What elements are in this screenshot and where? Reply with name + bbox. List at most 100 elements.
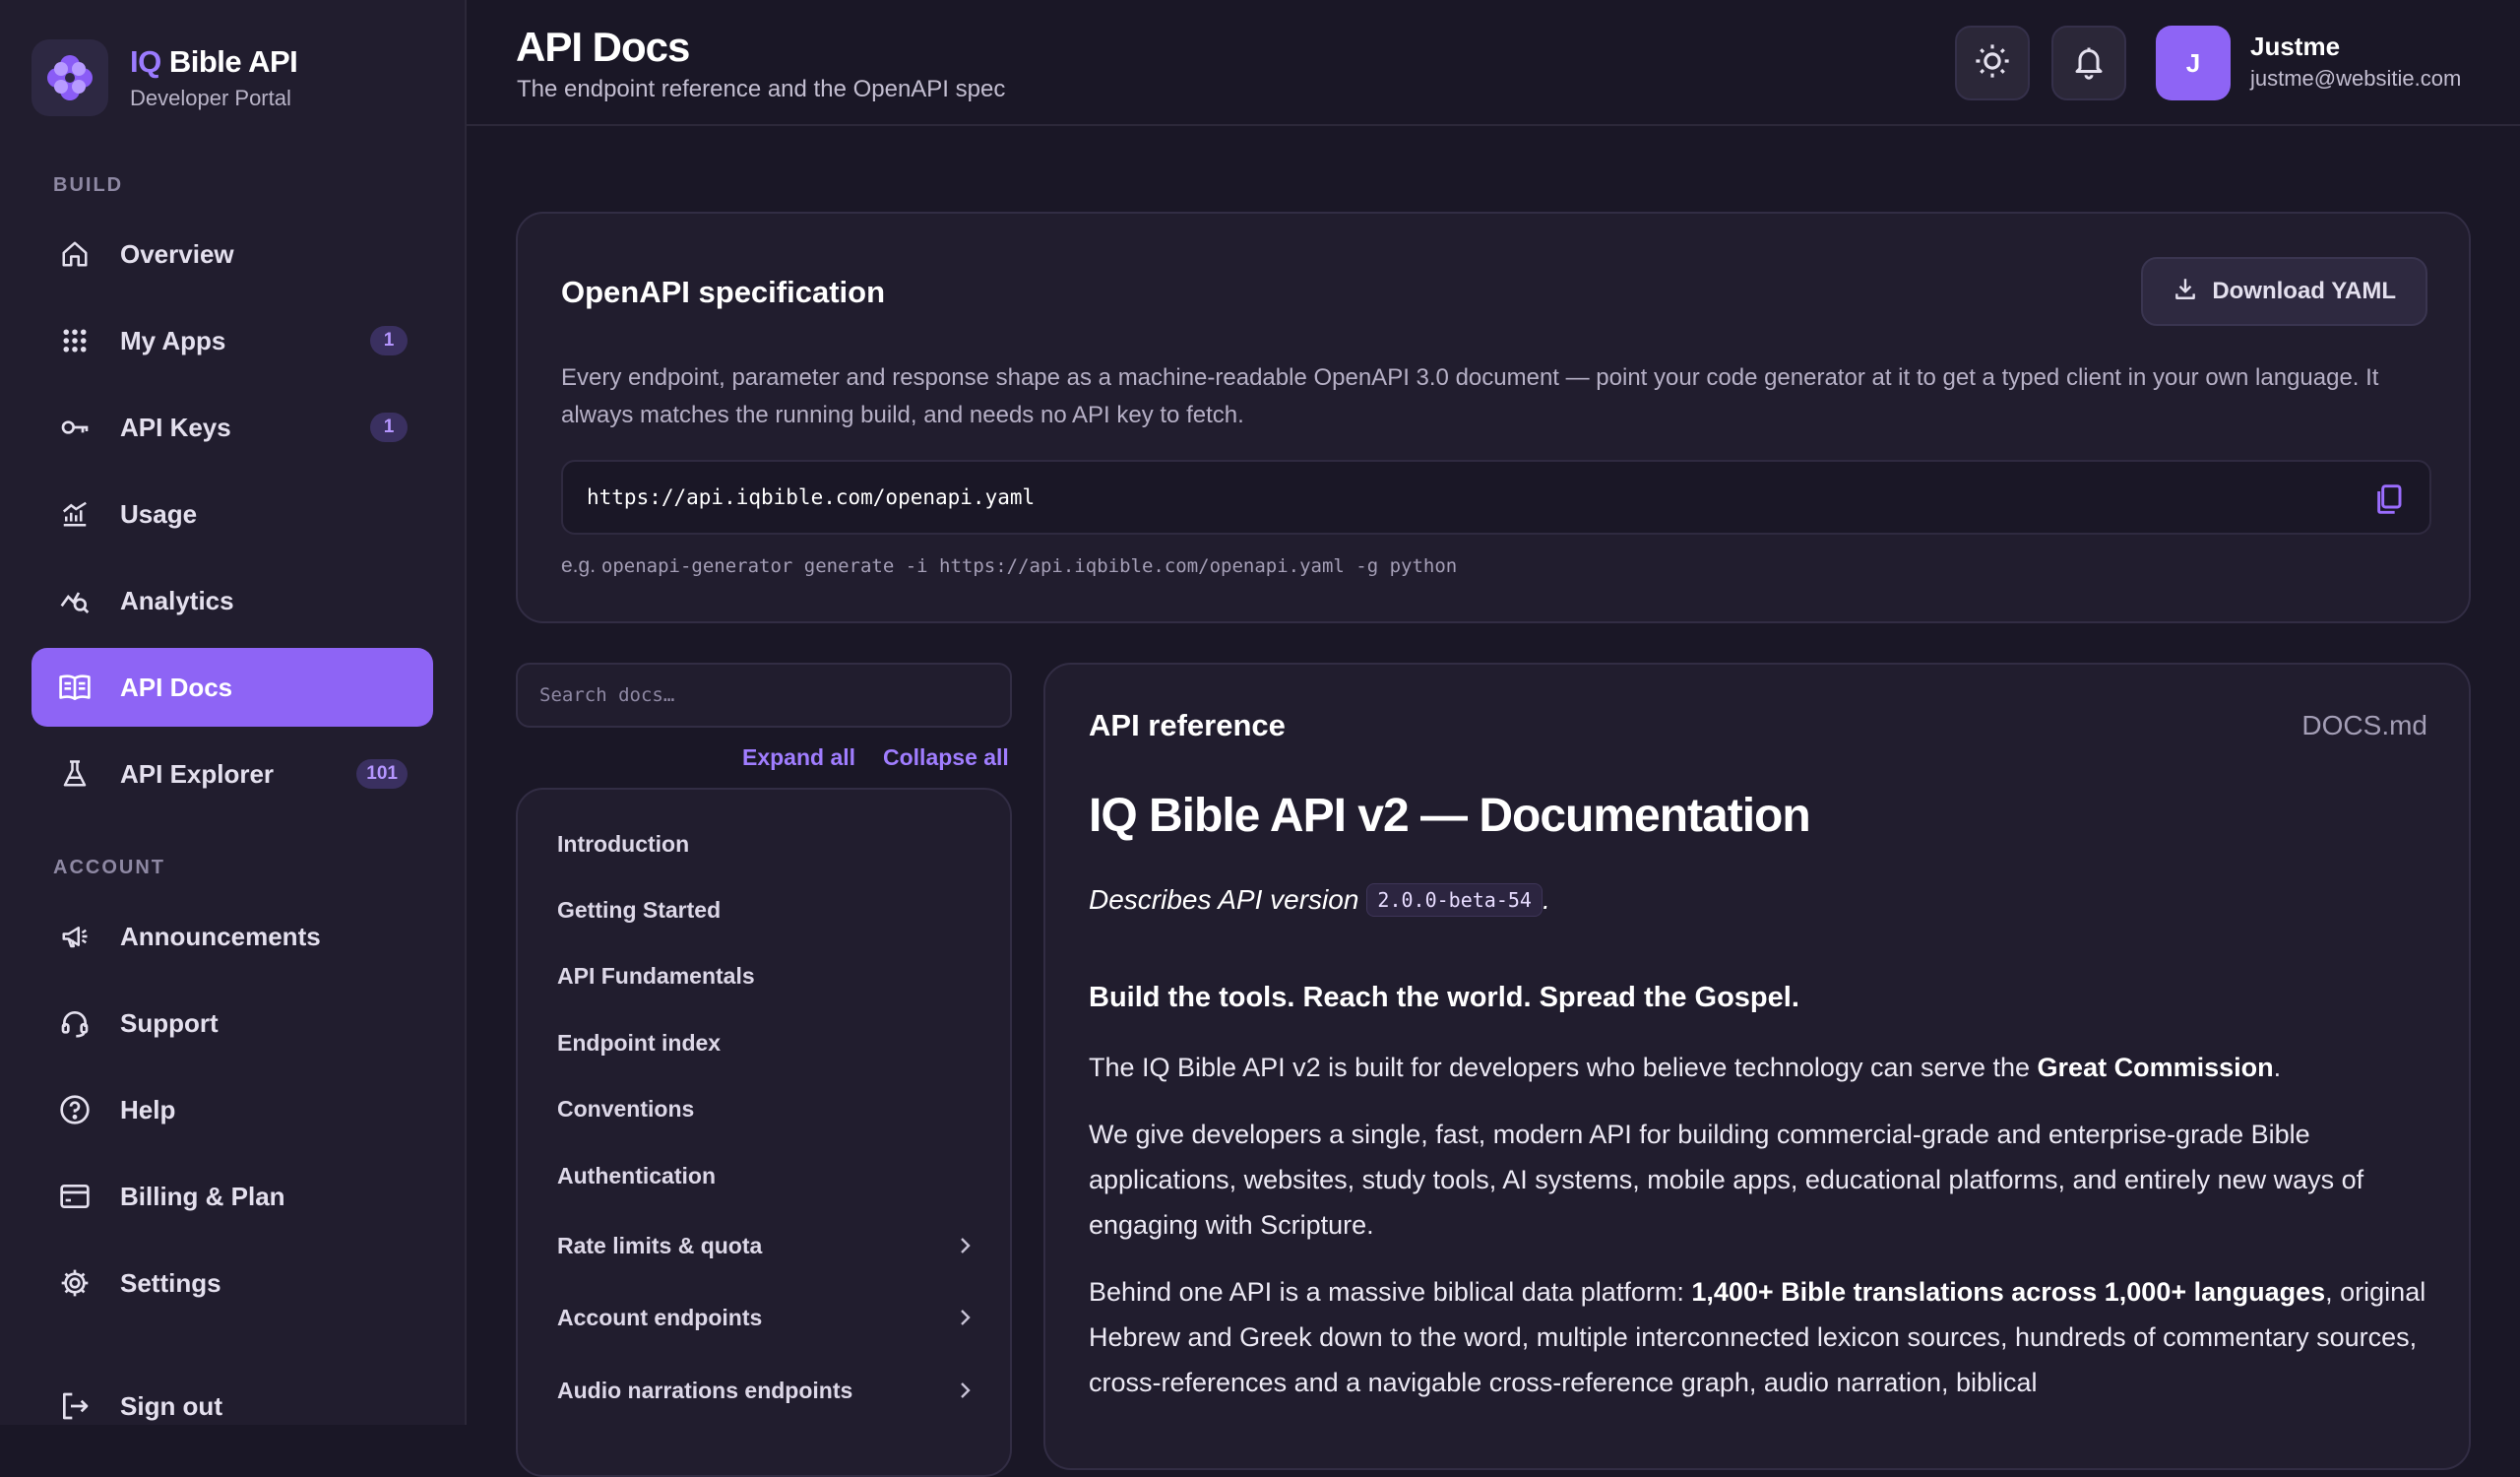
collapse-all-button[interactable]: Collapse all [883, 744, 1009, 771]
count-badge: 1 [370, 413, 408, 442]
section-label-account: ACCOUNT [53, 857, 165, 878]
version-suffix: . [1542, 884, 1550, 915]
sidebar-item-billing[interactable]: Billing & Plan [32, 1157, 433, 1236]
sidebar-item-help[interactable]: Help [32, 1070, 433, 1149]
sidebar-item-label: API Explorer [120, 758, 275, 789]
toc-item-endpoint-index[interactable]: Endpoint index [557, 1018, 990, 1067]
sidebar-item-usage[interactable]: Usage [32, 475, 433, 553]
p3-text: Behind one API is a massive biblical dat… [1089, 1277, 1692, 1307]
sidebar-item-analytics[interactable]: Analytics [32, 561, 433, 640]
p3-bold: 1,400+ Bible translations across 1,000+ … [1691, 1277, 2326, 1307]
docs-toc: Introduction Getting Started API Fundame… [516, 788, 1012, 1477]
reference-title: API reference [1089, 708, 1286, 742]
sidebar-item-api-keys[interactable]: API Keys 1 [32, 388, 433, 467]
download-yaml-button[interactable]: Download YAML [2141, 257, 2427, 326]
doc-tagline: Build the tools. Reach the world. Spread… [1089, 982, 1799, 1013]
openapi-url: https://api.iqbible.com/openapi.yaml [587, 485, 1036, 509]
flask-icon [57, 756, 93, 792]
usage-chart-icon [57, 496, 93, 532]
credit-card-icon [57, 1179, 93, 1214]
openapi-spec-card: OpenAPI specification Download YAML Ever… [516, 212, 2471, 623]
download-yaml-label: Download YAML [2212, 278, 2396, 304]
toc-item-label: Account endpoints [557, 1304, 763, 1330]
example-prefix: e.g. [561, 554, 597, 577]
expand-all-button[interactable]: Expand all [742, 744, 855, 771]
notifications-button[interactable] [2051, 26, 2126, 100]
sign-out-button[interactable]: Sign out [32, 1367, 433, 1445]
toc-item-account-endpoints[interactable]: Account endpoints [557, 1293, 990, 1342]
toc-item-rate-limits[interactable]: Rate limits & quota [557, 1221, 990, 1270]
doc-paragraph-2: We give developers a single, fast, moder… [1089, 1120, 2364, 1240]
sun-icon [1974, 42, 2011, 85]
version-prefix: Describes API version [1089, 884, 1359, 915]
page-title: API Docs [516, 24, 690, 70]
sidebar-item-label: Settings [120, 1267, 221, 1298]
section-label-build: BUILD [53, 174, 124, 196]
sidebar-item-api-docs[interactable]: API Docs [32, 648, 433, 727]
sidebar: IQ Bible API Developer Portal BUILD Over… [0, 0, 467, 1425]
grid-icon [57, 323, 93, 358]
reference-file-name: DOCS.md [2301, 710, 2427, 740]
sidebar-item-label: Support [120, 1007, 219, 1038]
sidebar-item-label: API Docs [120, 672, 233, 702]
sidebar-item-my-apps[interactable]: My Apps 1 [32, 301, 433, 380]
doc-paragraph-1: The IQ Bible API v2 is built for develop… [1089, 1045, 2427, 1090]
logo-icon [32, 39, 108, 116]
download-icon [2173, 276, 2198, 308]
toc-item-audio-narrations[interactable]: Audio narrations endpoints [557, 1366, 990, 1415]
toc-item-introduction[interactable]: Introduction [557, 819, 990, 868]
count-badge: 101 [356, 759, 408, 789]
toc-item-label: Endpoint index [557, 1029, 722, 1056]
sidebar-item-announcements[interactable]: Announcements [32, 897, 433, 976]
version-code: 2.0.0-beta-54 [1366, 883, 1543, 917]
brand[interactable]: IQ Bible API Developer Portal [32, 39, 298, 116]
doc-heading: IQ Bible API v2 — Documentation [1089, 790, 1811, 842]
toc-item-label: Authentication [557, 1162, 716, 1188]
sidebar-item-overview[interactable]: Overview [32, 215, 433, 293]
sidebar-item-label: Billing & Plan [120, 1181, 285, 1211]
analytics-icon [57, 583, 93, 618]
headset-icon [57, 1005, 93, 1041]
sidebar-item-label: My Apps [120, 325, 226, 355]
toc-item-authentication[interactable]: Authentication [557, 1151, 990, 1200]
toc-item-label: Rate limits & quota [557, 1232, 763, 1258]
help-icon [57, 1092, 93, 1127]
toc-item-label: Getting Started [557, 896, 722, 923]
toc-item-api-fundamentals[interactable]: API Fundamentals [557, 951, 990, 1000]
avatar[interactable]: J [2156, 26, 2231, 100]
api-reference-card: API reference DOCS.md IQ Bible API v2 — … [1043, 663, 2471, 1470]
top-header: API Docs The endpoint reference and the … [467, 0, 2520, 126]
sidebar-item-label: Analytics [120, 585, 234, 615]
search-docs-input[interactable] [516, 663, 1012, 728]
toc-item-label: Conventions [557, 1095, 695, 1122]
user-email: justme@websitie.com [2250, 66, 2462, 91]
toc-item-label: Audio narrations endpoints [557, 1377, 853, 1403]
toc-item-label: Introduction [557, 830, 690, 857]
toc-item-getting-started[interactable]: Getting Started [557, 885, 990, 934]
chevron-right-icon [953, 1306, 976, 1335]
user-name: Justme [2250, 32, 2341, 61]
spec-description: Every endpoint, parameter and response s… [561, 364, 2379, 428]
example-command: openapi-generator generate -i https://ap… [600, 555, 1458, 577]
theme-toggle-button[interactable] [1955, 26, 2030, 100]
sidebar-item-settings[interactable]: Settings [32, 1244, 433, 1322]
toc-item-conventions[interactable]: Conventions [557, 1084, 990, 1133]
copy-icon[interactable] [2370, 482, 2406, 517]
sign-out-label: Sign out [120, 1390, 222, 1421]
sidebar-item-label: Help [120, 1094, 176, 1124]
generator-example: e.g. openapi-generator generate -i https… [561, 554, 1457, 578]
sidebar-item-label: API Keys [120, 412, 231, 442]
sidebar-item-label: Overview [120, 238, 234, 269]
sidebar-item-support[interactable]: Support [32, 984, 433, 1062]
gear-icon [57, 1265, 93, 1301]
megaphone-icon [57, 919, 93, 954]
chevron-right-icon [953, 1234, 976, 1263]
book-icon [57, 670, 93, 705]
openapi-url-field[interactable]: https://api.iqbible.com/openapi.yaml [561, 460, 2431, 535]
sidebar-item-api-explorer[interactable]: API Explorer 101 [32, 735, 433, 813]
page-subtitle: The endpoint reference and the OpenAPI s… [517, 76, 1006, 102]
chevron-right-icon [953, 1379, 976, 1408]
sidebar-item-label: Announcements [120, 921, 321, 951]
spec-title: OpenAPI specification [561, 275, 886, 309]
brand-subtitle: Developer Portal [130, 86, 291, 110]
